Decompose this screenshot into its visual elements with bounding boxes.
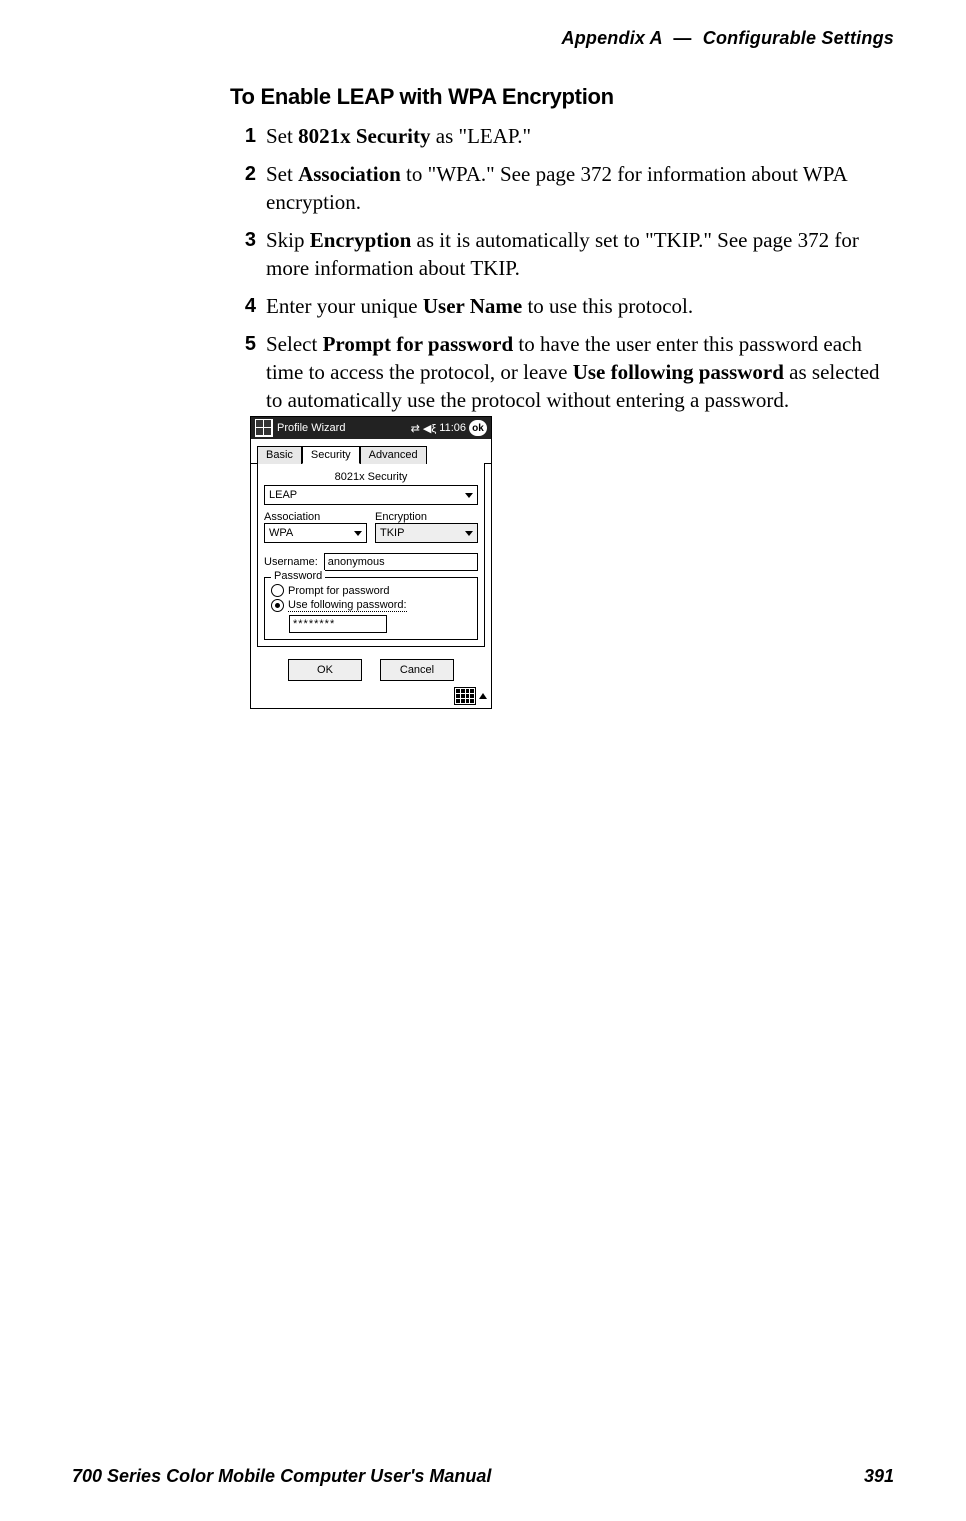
label-association: Association — [264, 511, 367, 523]
label-prompt: Prompt for password — [288, 585, 389, 597]
sip-up-icon[interactable] — [479, 693, 487, 699]
step-text: Set Association to "WPA." See page 372 f… — [266, 160, 894, 216]
input-username[interactable]: anonymous — [324, 553, 478, 571]
combo-association[interactable]: WPA — [264, 523, 367, 543]
step-2: 2 Set Association to "WPA." See page 372… — [230, 160, 894, 216]
ok-dialog-button[interactable]: OK — [288, 659, 362, 681]
combo-8021x-value: LEAP — [269, 489, 297, 501]
footer-page-number: 391 — [864, 1466, 894, 1487]
volume-icon: ◀ξ — [423, 422, 436, 435]
step-text: Select Prompt for password to have the u… — [266, 330, 894, 414]
step-4: 4 Enter your unique User Name to use thi… — [230, 292, 894, 320]
legend-password: Password — [271, 570, 325, 582]
steps-list: 1 Set 8021x Security as "LEAP." 2 Set As… — [230, 122, 894, 414]
input-password[interactable]: ******** — [289, 615, 387, 633]
sip-bar — [251, 685, 491, 708]
tab-basic[interactable]: Basic — [257, 446, 302, 464]
label-8021x-security: 8021x Security — [264, 471, 478, 483]
input-username-value: anonymous — [328, 556, 385, 568]
header-appendix: Appendix A — [562, 28, 663, 48]
input-password-value: ******** — [293, 618, 335, 630]
chevron-down-icon — [463, 527, 475, 539]
tab-strip: Basic Security Advanced — [251, 439, 491, 464]
step-number: 1 — [230, 122, 256, 150]
step-5: 5 Select Prompt for password to have the… — [230, 330, 894, 414]
combo-encryption[interactable]: TKIP — [375, 523, 478, 543]
step-text: Enter your unique User Name to use this … — [266, 292, 693, 320]
step-number: 2 — [230, 160, 256, 188]
window-titlebar: Profile Wizard ⇄ ◀ξ 11:06 ok — [251, 417, 491, 439]
radio-prompt-row[interactable]: Prompt for password — [271, 584, 471, 597]
window-title: Profile Wizard — [277, 422, 407, 434]
cancel-button[interactable]: Cancel — [380, 659, 454, 681]
system-tray: ⇄ ◀ξ 11:06 ok — [411, 420, 487, 436]
chevron-down-icon — [352, 527, 364, 539]
profile-wizard-window: Profile Wizard ⇄ ◀ξ 11:06 ok Basic Secur… — [250, 416, 492, 709]
step-text: Skip Encryption as it is automatically s… — [266, 226, 894, 282]
button-bar: OK Cancel — [251, 653, 491, 685]
connectivity-icon: ⇄ — [411, 422, 420, 435]
combo-8021x-security[interactable]: LEAP — [264, 485, 478, 505]
radio-usefollow[interactable] — [271, 599, 284, 612]
tab-security[interactable]: Security — [302, 446, 360, 464]
step-number: 3 — [230, 226, 256, 254]
content-area: To Enable LEAP with WPA Encryption 1 Set… — [230, 84, 894, 424]
label-username: Username: — [264, 556, 318, 568]
footer-manual-title: 700 Series Color Mobile Computer User's … — [72, 1466, 491, 1487]
page-header: Appendix A — Configurable Settings — [562, 28, 895, 49]
start-icon[interactable] — [255, 419, 273, 437]
step-3: 3 Skip Encryption as it is automatically… — [230, 226, 894, 282]
label-encryption: Encryption — [375, 511, 478, 523]
radio-usefollow-row[interactable]: Use following password: — [271, 599, 471, 612]
tab-advanced[interactable]: Advanced — [360, 446, 427, 464]
step-text: Set 8021x Security as "LEAP." — [266, 122, 531, 150]
combo-association-value: WPA — [269, 527, 293, 539]
radio-prompt[interactable] — [271, 584, 284, 597]
combo-encryption-value: TKIP — [380, 527, 404, 539]
ok-button[interactable]: ok — [469, 420, 487, 436]
keyboard-icon[interactable] — [454, 687, 476, 705]
step-number: 4 — [230, 292, 256, 320]
security-panel: 8021x Security LEAP Association WPA Encr… — [257, 463, 485, 647]
group-password: Password Prompt for password Use followi… — [264, 577, 478, 640]
clock-text: 11:06 — [439, 422, 466, 434]
section-title: To Enable LEAP with WPA Encryption — [230, 84, 894, 110]
step-number: 5 — [230, 330, 256, 358]
header-section: Configurable Settings — [703, 28, 894, 48]
step-1: 1 Set 8021x Security as "LEAP." — [230, 122, 894, 150]
chevron-down-icon — [463, 489, 475, 501]
header-dash: — — [667, 28, 697, 48]
label-usefollow: Use following password: — [288, 599, 407, 612]
